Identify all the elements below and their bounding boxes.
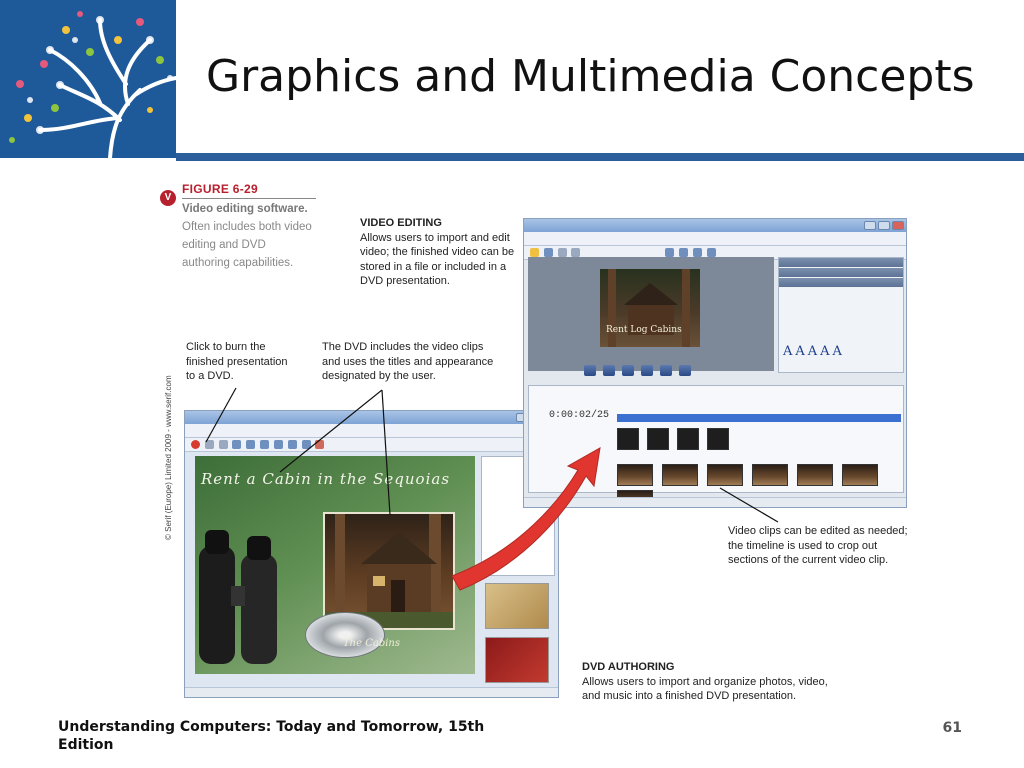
thumbnail-icon[interactable] <box>287 439 297 449</box>
play-button[interactable] <box>622 365 635 376</box>
dvd-photo-caption: The Cabins <box>343 638 400 649</box>
video-clip[interactable] <box>797 464 834 486</box>
full-screen-icon[interactable] <box>706 247 716 257</box>
burn-note: Click to burn the finished presentation … <box>186 341 288 382</box>
rewind-button[interactable] <box>584 365 596 376</box>
video-track-clips <box>617 464 903 507</box>
open-icon[interactable] <box>530 247 539 257</box>
page-number: 61 <box>942 720 962 736</box>
clips-edit-note: Video clips can be edited as needed; the… <box>728 525 908 566</box>
step-forward-button[interactable] <box>641 365 654 376</box>
undo-icon[interactable] <box>557 247 567 257</box>
gallery-thumbnail[interactable] <box>485 583 549 629</box>
video-clip[interactable] <box>752 464 789 486</box>
tree-logo-image <box>0 0 176 158</box>
dvd-authoring-note: DVD AUTHORING Allows users to import and… <box>582 660 832 704</box>
redo-icon[interactable] <box>571 247 581 257</box>
preview-caption: Rent Log Cabins <box>606 325 682 335</box>
video-clip[interactable] <box>707 464 744 486</box>
title-underline-bar <box>176 153 1024 161</box>
video-editing-window: Rent Log Cabins AAAAA 0:00:02/25 <box>523 218 907 508</box>
dvd-authoring-heading: DVD AUTHORING <box>582 661 675 673</box>
format-panel[interactable]: AAAAA <box>778 257 904 373</box>
video-window-titlebar <box>524 219 906 232</box>
timeline-ruler[interactable] <box>617 414 901 422</box>
panel-header <box>779 258 903 267</box>
video-status-bar <box>524 497 906 507</box>
step-back-button[interactable] <box>603 365 616 376</box>
video-clip[interactable] <box>617 464 653 486</box>
toolbar-icon[interactable] <box>204 439 214 449</box>
minimize-button[interactable] <box>864 221 876 230</box>
dvd-menu-headline: Rent a Cabin in the Sequoias <box>201 470 451 488</box>
dvd-authoring-text: Allows users to import and organize phot… <box>582 675 828 703</box>
video-timeline[interactable]: 0:00:02/25 <box>528 385 904 507</box>
buttons-icon[interactable] <box>301 439 311 449</box>
maximize-button[interactable] <box>878 221 890 230</box>
figure-caption-text: Often includes both video editing and DV… <box>182 221 312 269</box>
dvd-disc-image <box>305 612 385 658</box>
gallery-icon[interactable] <box>232 439 242 449</box>
text-style-swatches[interactable]: AAAAA <box>783 344 845 359</box>
apply-icon[interactable] <box>315 439 325 449</box>
video-preview-area[interactable]: Rent Log Cabins <box>528 257 774 371</box>
dvd-includes-note: The DVD includes the video clips and use… <box>322 341 494 382</box>
toolbar-icon[interactable] <box>218 439 228 449</box>
dvd-status-bar <box>185 687 558 697</box>
copyright-notice: © Serif (Europe) Limited 2009 - www.seri… <box>164 375 173 540</box>
video-menu-bar <box>524 232 906 246</box>
figure-rule <box>182 198 316 199</box>
preview-scene-illustration <box>608 269 690 347</box>
figure-caption: Video editing software. Often includes b… <box>182 200 312 272</box>
video-clip[interactable] <box>677 428 700 450</box>
background-icon[interactable] <box>246 439 256 449</box>
fast-forward-button[interactable] <box>660 365 673 376</box>
import-icon[interactable] <box>665 247 675 257</box>
dvd-toolbar <box>185 438 558 452</box>
cabin-illustration <box>325 514 453 628</box>
layout-icon[interactable] <box>260 439 270 449</box>
overlay-track-clips <box>617 428 732 450</box>
panel-header <box>779 268 903 277</box>
video-clip[interactable] <box>842 464 879 486</box>
save-icon[interactable] <box>543 247 553 257</box>
figure-badge-icon: V <box>160 190 176 206</box>
playback-controls <box>584 361 693 376</box>
video-clip[interactable] <box>662 464 699 486</box>
title-icon[interactable] <box>273 439 283 449</box>
video-editing-text: Allows users to import and edit video; t… <box>360 231 515 288</box>
export-icon[interactable] <box>679 247 689 257</box>
video-preview-frame <box>600 269 700 347</box>
close-button[interactable] <box>892 221 904 230</box>
video-editing-heading: VIDEO EDITING <box>360 217 442 229</box>
dvd-menu-canvas[interactable]: Rent a Cabin in the Sequoias The Cabins <box>195 456 475 674</box>
figure-label: FIGURE 6-29 <box>182 182 258 196</box>
figure-caption-bold: Video editing software. <box>182 203 308 215</box>
gallery-thumbnail[interactable] <box>485 637 549 683</box>
footer-book-title: Understanding Computers: Today and Tomor… <box>58 719 485 753</box>
burn-dvd-icon[interactable] <box>191 439 200 449</box>
menu-designer-icon[interactable] <box>692 247 702 257</box>
stop-button[interactable] <box>679 365 692 376</box>
video-clip[interactable] <box>617 428 639 450</box>
video-editing-note: VIDEO EDITING Allows users to import and… <box>360 216 520 289</box>
dvd-window-titlebar <box>185 411 558 424</box>
textbook-figure: V FIGURE 6-29 Video editing software. Of… <box>160 170 910 705</box>
panel-header <box>779 278 903 287</box>
video-clip[interactable] <box>707 428 730 450</box>
time-code: 0:00:02/25 <box>549 410 610 421</box>
tree-illustration <box>9 11 176 158</box>
slide-title: Graphics and Multimedia Concepts <box>206 51 975 102</box>
dvd-menu-bar <box>185 424 558 438</box>
dvd-authoring-window: Rent a Cabin in the Sequoias The Cabins <box>184 410 559 698</box>
binoculars-image <box>199 530 277 664</box>
video-clip[interactable] <box>647 428 670 450</box>
